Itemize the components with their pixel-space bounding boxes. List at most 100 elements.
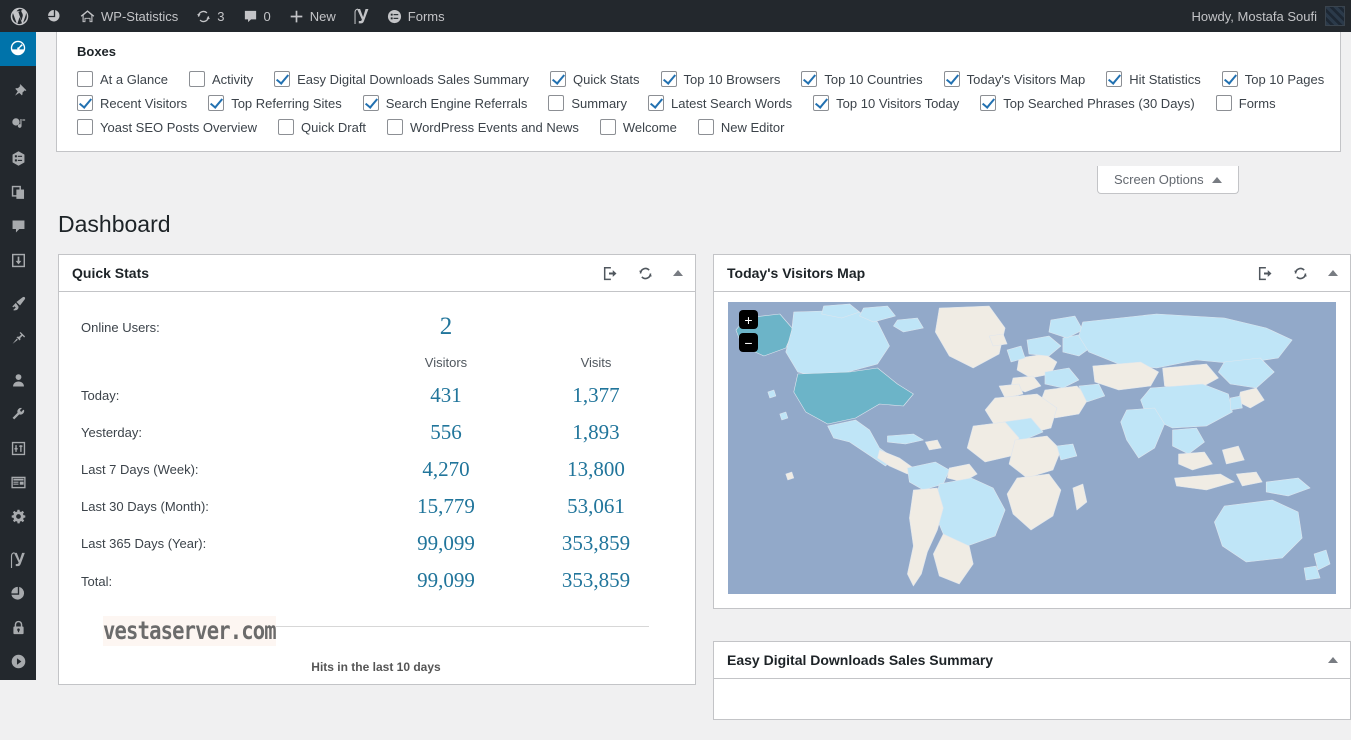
sidebar-item-media-player[interactable] [0, 646, 36, 680]
checkbox-box[interactable] [208, 95, 225, 111]
checkbox-at-a-glance[interactable]: At a Glance [77, 71, 168, 87]
collapse-toggle-icon[interactable] [1328, 270, 1338, 276]
checkbox-top-referring-sites[interactable]: Top Referring Sites [208, 95, 342, 111]
checkbox-box[interactable] [697, 119, 714, 135]
checkbox-recent-visitors[interactable]: Recent Visitors [77, 95, 187, 111]
table-row: Last 30 Days (Month): 15,779 53,061 [81, 488, 671, 525]
checkbox-top-10-countries[interactable]: Top 10 Countries [801, 71, 923, 87]
screen-options-tab-button[interactable]: Screen Options [1097, 166, 1239, 194]
checkbox-box[interactable] [813, 95, 830, 111]
checkbox-box[interactable] [980, 95, 997, 111]
checkbox-top-10-visitors-today[interactable]: Top 10 Visitors Today [813, 95, 959, 111]
checkbox-box[interactable] [278, 119, 295, 135]
admin-bar-updates[interactable]: 3 [187, 0, 233, 32]
sidebar-item-media[interactable] [0, 109, 36, 143]
checkbox-box[interactable] [660, 71, 677, 87]
checkbox-box[interactable] [1221, 71, 1238, 87]
checkbox-activity[interactable]: Activity [188, 71, 253, 87]
row-visitors: 4,270 [422, 457, 470, 482]
checkbox-wordpress-events-and-news[interactable]: WordPress Events and News [387, 119, 579, 135]
zoom-in-button[interactable]: + [739, 310, 758, 329]
table-header-row: Visitors Visits [81, 348, 671, 377]
checkbox-top-10-browsers[interactable]: Top 10 Browsers [660, 71, 780, 87]
wordpress-logo-menu[interactable] [0, 0, 38, 32]
checkbox-hit-statistics[interactable]: Hit Statistics [1106, 71, 1201, 87]
checkbox-box[interactable] [943, 71, 960, 87]
row-visits: 13,800 [567, 457, 625, 482]
sidebar-item-security[interactable] [0, 612, 36, 646]
zoom-out-button[interactable]: − [739, 333, 758, 352]
admin-bar-forms[interactable]: Forms [378, 0, 454, 32]
checkbox-box[interactable] [362, 95, 379, 111]
admin-bar-my-account[interactable]: Howdy, Mostafa Soufi [1192, 6, 1351, 26]
sidebar-item-yoast[interactable] [0, 544, 36, 578]
row-visitors: 556 [430, 420, 462, 445]
row-label: Total: [81, 573, 113, 589]
admin-bar-new-content[interactable]: New [280, 0, 345, 32]
checkbox-todays-visitors-map[interactable]: Today's Visitors Map [943, 71, 1085, 87]
checkbox-top-searched-phrases[interactable]: Top Searched Phrases (30 Days) [980, 95, 1195, 111]
checkbox-quick-draft[interactable]: Quick Draft [278, 119, 366, 135]
checkbox-forms[interactable]: Forms [1215, 95, 1276, 111]
checkbox-welcome[interactable]: Welcome [599, 119, 677, 135]
sidebar-item-sliders[interactable] [0, 433, 36, 467]
checkbox-search-engine-referrals[interactable]: Search Engine Referrals [362, 95, 527, 111]
sidebar-item-posts[interactable] [0, 75, 36, 109]
refresh-icon[interactable] [638, 266, 653, 281]
admin-bar-yoast[interactable] [345, 0, 378, 32]
checkbox-box[interactable] [387, 119, 404, 135]
checkbox-edd-sales-summary[interactable]: Easy Digital Downloads Sales Summary [274, 71, 529, 87]
admin-bar-comments-count: 0 [263, 8, 271, 24]
refresh-icon[interactable] [1293, 266, 1308, 281]
admin-bar-stats-menu[interactable] [38, 0, 71, 32]
sidebar-item-pages[interactable] [0, 177, 36, 211]
checkbox-label: Quick Stats [573, 71, 640, 87]
checkbox-box[interactable] [188, 71, 205, 87]
sidebar-item-users[interactable] [0, 365, 36, 399]
checkbox-box[interactable] [77, 95, 93, 111]
checkbox-box[interactable] [77, 71, 93, 87]
checkbox-box[interactable] [648, 95, 665, 111]
checkbox-box[interactable] [274, 71, 291, 87]
screen-options-row: At a Glance Activity Easy Digital Downlo… [77, 71, 1324, 87]
checkbox-top-10-pages[interactable]: Top 10 Pages [1221, 71, 1324, 87]
row-label: Yesterday: [81, 425, 142, 441]
checkbox-box[interactable] [801, 71, 818, 87]
dashboard-icon [9, 39, 27, 60]
checkbox-box[interactable] [599, 119, 616, 135]
collapse-toggle-icon[interactable] [1328, 657, 1338, 663]
chart-watermark: vestaserver.com [103, 615, 277, 646]
sidebar-item-wp-statistics[interactable] [0, 578, 36, 612]
collapse-toggle-icon[interactable] [673, 270, 683, 276]
sidebar-item-settings[interactable] [0, 501, 36, 535]
sidebar-item-tables[interactable] [0, 467, 36, 501]
checkbox-box[interactable] [1106, 71, 1123, 87]
admin-bar-comments[interactable]: 0 [234, 0, 280, 32]
checkbox-box[interactable] [550, 71, 567, 87]
edd-sales-summary-title: Easy Digital Downloads Sales Summary [727, 652, 994, 668]
checkbox-box[interactable] [1215, 95, 1232, 111]
checkbox-yoast-seo-posts-overview[interactable]: Yoast SEO Posts Overview [77, 119, 257, 135]
checkbox-quick-stats[interactable]: Quick Stats [550, 71, 640, 87]
export-icon[interactable] [603, 266, 618, 281]
admin-bar-site-name[interactable]: WP-Statistics [71, 0, 187, 32]
sidebar-item-comments[interactable] [0, 211, 36, 245]
world-map[interactable]: + − [728, 302, 1336, 594]
sidebar-item-downloads[interactable] [0, 245, 36, 279]
row-visits: 1,893 [572, 420, 620, 445]
export-icon[interactable] [1258, 266, 1273, 281]
checkbox-latest-search-words[interactable]: Latest Search Words [648, 95, 792, 111]
sidebar-item-dashboard[interactable] [0, 32, 44, 66]
media-icon [10, 116, 27, 136]
sidebar-item-plugins[interactable] [0, 322, 36, 356]
row-visits: 353,859 [561, 568, 631, 593]
checkbox-label: Yoast SEO Posts Overview [100, 119, 258, 135]
sidebar-item-tools[interactable] [0, 399, 36, 433]
checkbox-new-editor[interactable]: New Editor [697, 119, 784, 135]
checkbox-box[interactable] [77, 119, 93, 135]
checkbox-box[interactable] [548, 95, 565, 111]
checkbox-summary[interactable]: Summary [548, 95, 627, 111]
sidebar-item-appearance[interactable] [0, 288, 36, 322]
row-visits: 353,859 [561, 531, 631, 556]
sidebar-item-forms[interactable] [0, 143, 36, 177]
